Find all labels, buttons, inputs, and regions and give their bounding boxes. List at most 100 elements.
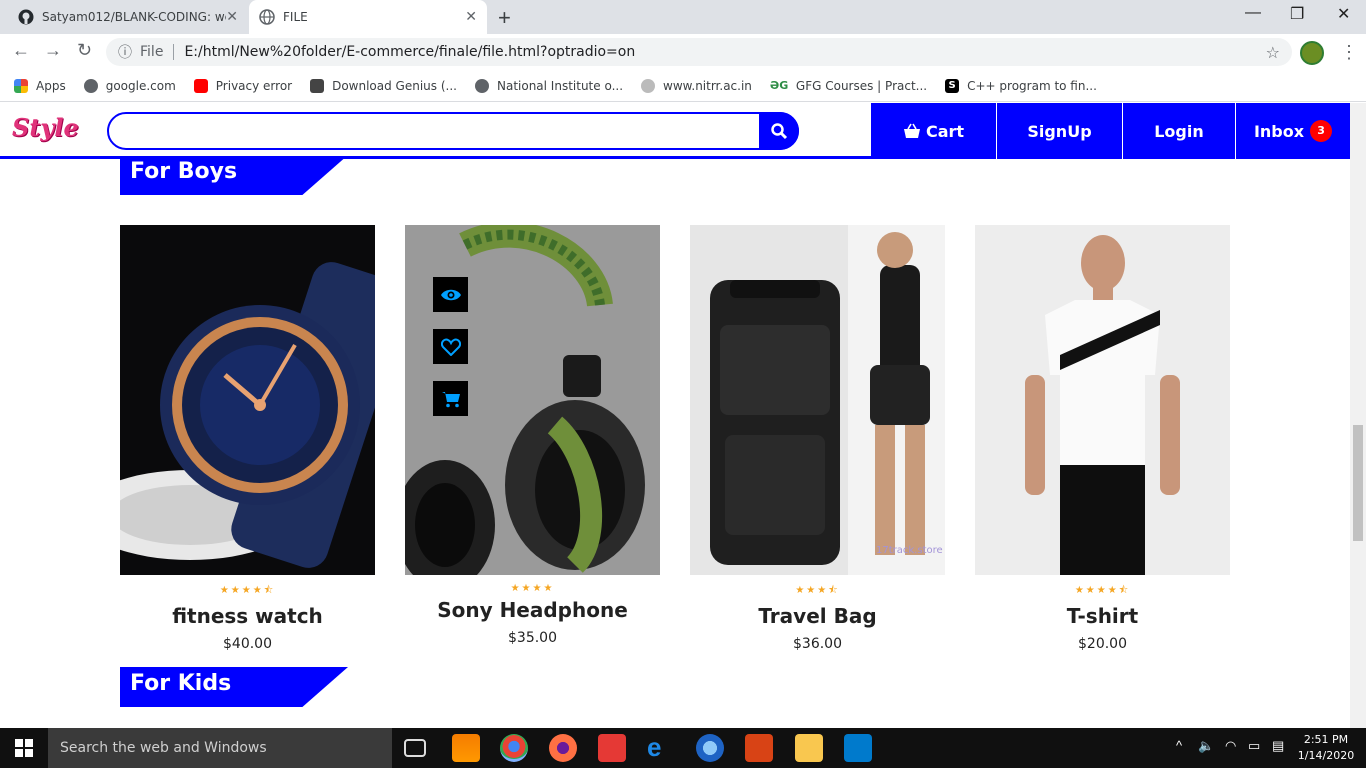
cart-button[interactable]: Cart: [871, 103, 996, 159]
inbox-button[interactable]: Inbox 3: [1235, 103, 1350, 159]
kebab-menu-icon[interactable]: ⋮: [1340, 42, 1358, 63]
bookmark-label: National Institute o...: [496, 78, 624, 93]
product-card[interactable]: ★★★★⯪ fitness watch $40.00: [120, 225, 375, 652]
section-title: For Kids: [130, 671, 232, 696]
address-bar[interactable]: ⓘ File E:/html/New%20folder/E-commerce/f…: [106, 38, 1292, 66]
quick-view-button[interactable]: [433, 277, 468, 312]
ie-icon[interactable]: e: [647, 734, 675, 762]
vscode-icon[interactable]: [844, 734, 872, 762]
bookmarks-bar: Apps google.com Privacy error Download G…: [0, 70, 1366, 102]
scheme-label: File: [140, 44, 164, 60]
tab-file[interactable]: FILE ✕: [249, 0, 487, 34]
product-name[interactable]: T-shirt: [975, 604, 1230, 628]
gfg-icon: ƏG: [769, 78, 789, 92]
product-price: $40.00: [223, 636, 272, 652]
product-image-travel-bag[interactable]: 17track.store: [690, 225, 945, 575]
bookmark-label: google.com: [105, 78, 176, 93]
login-button[interactable]: Login: [1122, 103, 1235, 159]
task-view-icon[interactable]: [404, 739, 426, 757]
wifi-icon[interactable]: ◠: [1225, 738, 1236, 754]
tab-title: Satyam012/BLANK-CODING: web: [42, 10, 227, 24]
product-price: $20.00: [1078, 636, 1127, 652]
chromium-icon[interactable]: [696, 734, 724, 762]
notification-icon[interactable]: ▤: [1272, 738, 1284, 754]
restore-icon[interactable]: ❐: [1290, 4, 1304, 24]
close-window-icon[interactable]: ✕: [1337, 4, 1350, 24]
chevron-up-icon[interactable]: ^: [1176, 738, 1182, 753]
youtube-icon: [193, 78, 208, 93]
globe-icon: [474, 78, 489, 93]
section-heading-boys: For Boys: [120, 155, 348, 195]
bookmark-nitrr[interactable]: www.nitrr.ac.in: [641, 78, 752, 93]
back-icon[interactable]: ←: [12, 40, 30, 61]
product-price: $35.00: [508, 630, 557, 646]
bookmark-cpp[interactable]: S C++ program to fin...: [945, 78, 1097, 93]
system-clock[interactable]: 2:51 PM 1/14/2020: [1296, 732, 1356, 764]
scroll-thumb[interactable]: [1353, 425, 1363, 541]
page-scrollbar[interactable]: [1350, 103, 1366, 728]
rating-stars: ★★★★⯪: [1074, 585, 1131, 596]
globe-icon: [83, 78, 98, 93]
windows-logo-icon: [15, 739, 33, 757]
section-heading-kids: For Kids: [120, 667, 348, 707]
file-explorer-icon[interactable]: [795, 734, 823, 762]
search-button[interactable]: [759, 112, 799, 150]
add-to-cart-button[interactable]: [433, 381, 468, 416]
rating-stars: ★★★★: [510, 583, 555, 594]
tab-github[interactable]: Satyam012/BLANK-CODING: web ✕: [8, 0, 248, 34]
start-button[interactable]: [0, 728, 48, 768]
signup-button[interactable]: SignUp: [996, 103, 1122, 159]
close-icon[interactable]: ✕: [226, 9, 238, 25]
cart-label: Cart: [925, 121, 965, 141]
bookmark-label: www.nitrr.ac.in: [663, 78, 752, 93]
url-text[interactable]: E:/html/New%20folder/E-commerce/finale/f…: [184, 44, 1265, 60]
search-input[interactable]: [107, 112, 799, 150]
bookmark-star-icon[interactable]: ☆: [1266, 43, 1280, 62]
wishlist-button[interactable]: [433, 329, 468, 364]
site-header: Style Cart SignUp Login Inbox 3: [0, 103, 1350, 159]
heart-icon: [440, 338, 461, 356]
info-icon[interactable]: ⓘ: [118, 42, 132, 62]
product-card[interactable]: ★★★★⯪ T-shirt $20.00: [975, 225, 1230, 652]
product-name[interactable]: Travel Bag: [690, 604, 945, 628]
product-price: $36.00: [793, 636, 842, 652]
p-app-icon[interactable]: [745, 734, 773, 762]
search-icon: [771, 123, 788, 140]
apps-grid-icon: [14, 78, 28, 93]
bookmark-apps[interactable]: Apps: [14, 78, 66, 93]
product-image-watch[interactable]: [120, 225, 375, 575]
app-icon[interactable]: [598, 734, 626, 762]
product-card[interactable]: 17track.store ★★★⯪ Travel Bag $36.00: [690, 225, 945, 652]
bookmark-privacy-error[interactable]: Privacy error: [193, 78, 292, 93]
volume-icon[interactable]: 🔈: [1198, 738, 1214, 754]
bookmark-label: GFG Courses | Pract...: [795, 78, 928, 93]
product-image-tshirt[interactable]: [975, 225, 1230, 575]
inbox-label: Inbox: [1253, 121, 1305, 141]
vlc-icon[interactable]: [452, 734, 480, 762]
reload-icon[interactable]: ↻: [77, 40, 92, 61]
profile-avatar[interactable]: [1300, 41, 1324, 65]
taskbar-search-input[interactable]: Search the web and Windows: [48, 728, 392, 768]
site-logo[interactable]: Style: [12, 113, 79, 142]
new-tab-button[interactable]: +: [498, 5, 511, 31]
minimize-icon[interactable]: —: [1245, 4, 1261, 22]
divider: [173, 44, 175, 60]
product-name[interactable]: Sony Headphone: [405, 598, 660, 622]
chrome-icon[interactable]: [500, 734, 528, 762]
bookmark-download-genius[interactable]: Download Genius (...: [310, 78, 457, 93]
clock-date: 1/14/2020: [1297, 749, 1355, 762]
bookmark-national-institute[interactable]: National Institute o...: [474, 78, 624, 93]
bookmark-google[interactable]: google.com: [83, 78, 176, 93]
rating-stars: ★★★★⯪: [219, 585, 276, 596]
product-card[interactable]: ★★★★ Sony Headphone $35.00: [405, 225, 660, 646]
close-icon[interactable]: ✕: [465, 9, 477, 25]
product-name[interactable]: fitness watch: [120, 604, 375, 628]
section-title: For Boys: [130, 159, 238, 184]
forward-icon[interactable]: →: [44, 40, 62, 61]
s-icon: S: [945, 78, 960, 93]
firefox-icon[interactable]: [549, 734, 577, 762]
battery-icon[interactable]: ▭: [1248, 738, 1260, 754]
cart-icon: [441, 391, 460, 407]
product-image-headphone[interactable]: [405, 225, 660, 575]
bookmark-gfg[interactable]: ƏG GFG Courses | Pract...: [770, 79, 927, 93]
